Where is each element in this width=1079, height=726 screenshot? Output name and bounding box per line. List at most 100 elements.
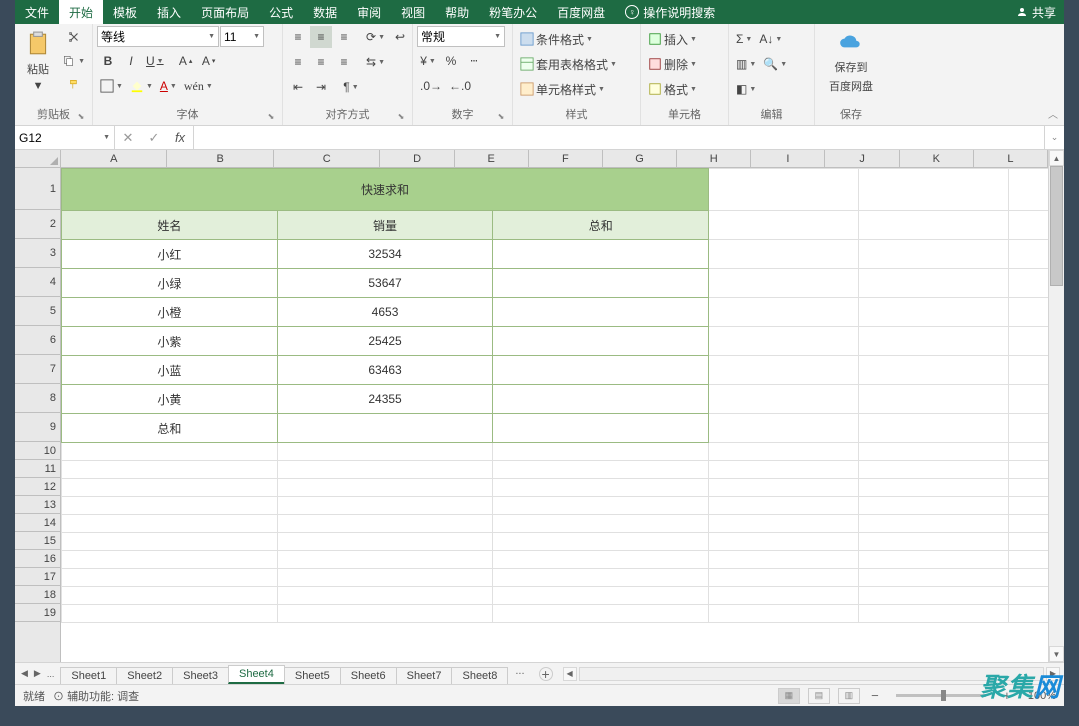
cell[interactable]: 总和 — [62, 414, 278, 443]
cell[interactable] — [709, 211, 859, 240]
fill-color-button[interactable]: ▼ — [127, 75, 156, 97]
column-headers[interactable]: ABCDEFGHIJKL — [61, 150, 1048, 168]
column-header[interactable]: A — [61, 150, 167, 167]
shrink-font-button[interactable]: A▾ — [198, 50, 220, 72]
sheet-tab[interactable]: Sheet8 — [451, 667, 508, 684]
conditional-format-button[interactable]: 条件格式▼ — [517, 28, 636, 50]
font-color-button[interactable]: A▼ — [157, 75, 180, 97]
cell[interactable] — [859, 587, 1009, 605]
sheet-tab[interactable]: Sheet1 — [60, 667, 117, 684]
row-header[interactable]: 19 — [15, 604, 60, 622]
row-header[interactable]: 13 — [15, 496, 60, 514]
cell[interactable]: 25425 — [277, 327, 493, 356]
menu-page-layout[interactable]: 页面布局 — [191, 0, 259, 24]
cell[interactable] — [62, 587, 278, 605]
cell[interactable] — [709, 587, 859, 605]
cell[interactable] — [709, 269, 859, 298]
cell[interactable] — [859, 443, 1009, 461]
hscroll-left-button[interactable]: ◀ — [563, 667, 577, 681]
formula-input[interactable] — [194, 126, 1044, 149]
cell[interactable]: 24355 — [277, 385, 493, 414]
select-all-corner[interactable] — [15, 150, 61, 168]
cell[interactable] — [709, 327, 859, 356]
row-header[interactable]: 3 — [15, 239, 60, 268]
cell[interactable] — [709, 569, 859, 587]
column-header[interactable]: G — [603, 150, 677, 167]
cell[interactable]: 姓名 — [62, 211, 278, 240]
align-bottom-button[interactable]: ≡ — [333, 26, 355, 48]
cell[interactable] — [493, 414, 709, 443]
column-header[interactable]: E — [455, 150, 529, 167]
cell[interactable] — [1009, 414, 1048, 443]
cell[interactable] — [1009, 327, 1048, 356]
decrease-indent-button[interactable]: ⇤ — [287, 76, 309, 98]
menu-help[interactable]: 帮助 — [435, 0, 479, 24]
dialog-launcher-icon[interactable]: ⬊ — [396, 112, 406, 122]
view-normal-button[interactable]: ▦ — [778, 688, 800, 704]
cell[interactable] — [1009, 385, 1048, 414]
scroll-thumb[interactable] — [1050, 166, 1063, 286]
cell[interactable]: 总和 — [493, 211, 709, 240]
row-header[interactable]: 10 — [15, 442, 60, 460]
cell[interactable] — [493, 269, 709, 298]
cell[interactable] — [62, 479, 278, 497]
row-header[interactable]: 6 — [15, 326, 60, 355]
sheet-tab[interactable]: Sheet3 — [172, 667, 229, 684]
cell[interactable] — [1009, 240, 1048, 269]
cell[interactable] — [709, 551, 859, 569]
cell[interactable] — [709, 240, 859, 269]
dialog-launcher-icon[interactable]: ⬊ — [266, 112, 276, 122]
format-as-table-button[interactable]: 套用表格格式▼ — [517, 53, 636, 75]
cell[interactable] — [277, 569, 493, 587]
column-header[interactable]: K — [900, 150, 974, 167]
cell[interactable] — [709, 497, 859, 515]
row-header[interactable]: 2 — [15, 210, 60, 239]
menu-formulas[interactable]: 公式 — [259, 0, 303, 24]
cell[interactable] — [62, 605, 278, 623]
dialog-launcher-icon[interactable]: ⬊ — [76, 112, 86, 122]
cell[interactable] — [859, 269, 1009, 298]
vertical-scrollbar[interactable]: ▲ ▼ — [1048, 150, 1064, 662]
cell[interactable] — [859, 385, 1009, 414]
zoom-slider[interactable] — [896, 694, 986, 697]
clear-button[interactable]: ◧▼ — [733, 78, 759, 100]
cell[interactable] — [493, 605, 709, 623]
number-format-combo[interactable]: 常规▼ — [417, 26, 505, 47]
column-header[interactable]: L — [974, 150, 1048, 167]
column-header[interactable]: D — [380, 150, 454, 167]
column-header[interactable]: I — [751, 150, 825, 167]
cell[interactable] — [493, 515, 709, 533]
increase-decimal-button[interactable]: .0→ — [417, 75, 445, 97]
cancel-formula-button[interactable]: ✕ — [115, 130, 141, 146]
enter-formula-button[interactable]: ✓ — [141, 130, 167, 146]
cell[interactable] — [62, 443, 278, 461]
cell[interactable] — [277, 587, 493, 605]
cell[interactable] — [277, 533, 493, 551]
sheet-tab[interactable]: Sheet6 — [340, 667, 397, 684]
cell-styles-button[interactable]: 单元格样式▼ — [517, 78, 636, 100]
column-header[interactable]: F — [529, 150, 603, 167]
cell[interactable] — [709, 479, 859, 497]
merge-center-button[interactable]: ⇆▼ — [363, 51, 388, 73]
cell[interactable] — [493, 240, 709, 269]
cell[interactable] — [859, 515, 1009, 533]
cell[interactable] — [493, 443, 709, 461]
cell[interactable] — [1009, 461, 1048, 479]
underline-button[interactable]: U▼ — [143, 50, 167, 72]
cell[interactable] — [493, 479, 709, 497]
sort-filter-button[interactable]: A↓▼ — [756, 28, 785, 50]
align-middle-button[interactable]: ≡ — [310, 26, 332, 48]
cell[interactable] — [62, 551, 278, 569]
cell[interactable] — [859, 327, 1009, 356]
cell[interactable] — [1009, 605, 1048, 623]
menu-insert[interactable]: 插入 — [147, 0, 191, 24]
cell[interactable] — [709, 414, 859, 443]
menu-view[interactable]: 视图 — [391, 0, 435, 24]
row-header[interactable]: 18 — [15, 586, 60, 604]
cell[interactable] — [1009, 269, 1048, 298]
row-header[interactable]: 9 — [15, 413, 60, 442]
row-header[interactable]: 1 — [15, 168, 60, 210]
cell[interactable]: 53647 — [277, 269, 493, 298]
cell[interactable] — [709, 298, 859, 327]
cell[interactable] — [709, 515, 859, 533]
